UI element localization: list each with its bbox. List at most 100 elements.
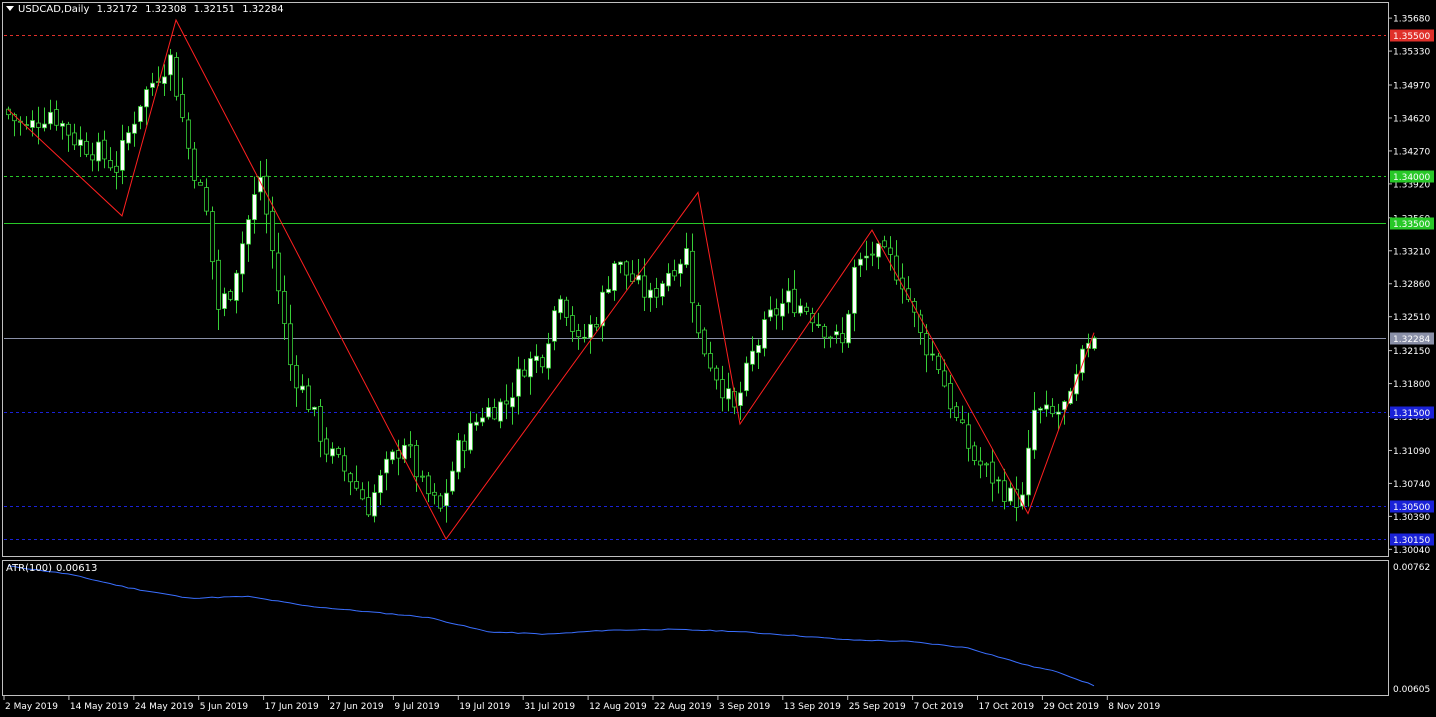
candle-body: [360, 489, 365, 500]
candle-body: [324, 438, 329, 455]
candle-body: [540, 357, 545, 368]
candle-body: [960, 419, 965, 424]
candle-115: [696, 302, 701, 339]
candle-body: [288, 323, 293, 366]
candle-body: [348, 473, 353, 483]
candle-body: [198, 182, 203, 186]
candle-body: [180, 93, 185, 118]
time-tick-label-1: 14 May 2019: [70, 702, 129, 712]
candle-body: [786, 290, 791, 303]
candle-body: [1008, 487, 1013, 502]
candle-body: [1032, 409, 1037, 451]
candle-body: [936, 355, 941, 371]
candle-body: [726, 388, 731, 400]
candle-body: [546, 343, 551, 369]
time-tick-label-13: 25 Sep 2019: [849, 702, 906, 712]
candle-body: [276, 252, 281, 292]
candle-body: [672, 270, 677, 277]
price-tick-label-2: 1.34970: [1393, 82, 1430, 92]
chart-header: USDCAD,Daily 1.32172 1.32308 1.32151 1.3…: [6, 4, 288, 15]
candle-body: [702, 329, 707, 355]
candle-body: [882, 240, 887, 248]
candle-body: [66, 123, 71, 136]
candle-body: [696, 305, 701, 334]
candle-body: [102, 139, 107, 160]
candle-body: [870, 253, 875, 256]
candle-181: [1092, 335, 1097, 351]
candle-body: [510, 397, 515, 408]
candle-body: [840, 333, 845, 344]
candle-body: [594, 323, 599, 328]
candle-body: [456, 439, 461, 473]
candle-body: [390, 451, 395, 461]
chart-background: [0, 0, 1436, 717]
candle-body: [222, 293, 227, 309]
candle-body: [654, 288, 659, 298]
time-tick-label-15: 17 Oct 2019: [979, 702, 1035, 712]
candle-body: [138, 106, 143, 123]
candle-body: [954, 406, 959, 418]
candle-body: [930, 353, 935, 356]
candle-body: [948, 383, 953, 410]
candle-body: [414, 445, 419, 478]
candle-body: [648, 289, 653, 299]
candle-body: [468, 422, 473, 451]
candle-body: [816, 324, 821, 326]
time-tick-label-10: 22 Aug 2019: [654, 702, 712, 712]
candle-body: [486, 407, 491, 418]
candle-body: [864, 255, 869, 259]
candle-body: [450, 470, 455, 492]
candle-body: [618, 261, 623, 265]
candle-body: [432, 491, 437, 496]
candle-body: [1026, 447, 1031, 496]
candle-body: [228, 291, 233, 300]
price-tick-label-15: 1.30390: [1393, 513, 1430, 523]
candle-body: [666, 272, 671, 287]
candle-body: [144, 89, 149, 108]
candle-body: [738, 392, 743, 406]
price-tick-label-1: 1.35330: [1393, 48, 1430, 58]
candle-body: [534, 355, 539, 361]
candle-body: [558, 298, 563, 314]
candle-body: [714, 367, 719, 381]
candle-body: [984, 463, 989, 466]
candle-body: [270, 210, 275, 252]
candle-body: [858, 258, 863, 266]
price-tick-label-14: 1.30740: [1393, 480, 1430, 490]
candle-body: [396, 450, 401, 459]
candle-body: [708, 353, 713, 369]
candle-body: [342, 455, 347, 472]
candle-body: [1002, 480, 1007, 502]
candle-body: [294, 365, 299, 389]
candle-body: [36, 122, 41, 128]
candle-body: [942, 370, 947, 387]
candle-body: [408, 444, 413, 447]
candle-body: [972, 445, 977, 461]
chart-menu-arrow-icon[interactable]: [6, 6, 14, 11]
candle-body: [162, 76, 167, 84]
candle-28: [174, 52, 179, 101]
time-tick-label-4: 17 Jun 2019: [265, 702, 319, 712]
chart-canvas[interactable]: 1.356801.353301.349701.346201.342701.339…: [0, 0, 1436, 717]
level-label-3: 1.32284: [1393, 335, 1430, 345]
candle-body: [108, 160, 113, 169]
candle-body: [204, 187, 209, 212]
candle-body: [516, 368, 521, 397]
candle-body: [834, 331, 839, 336]
candle-body: [828, 336, 833, 339]
time-tick-label-9: 12 Aug 2019: [589, 702, 647, 712]
candle-body: [474, 421, 479, 426]
candle-body: [996, 479, 1001, 482]
candle-body: [822, 326, 827, 338]
candle-body: [624, 261, 629, 276]
candle-body: [42, 123, 47, 129]
candle-body: [438, 495, 443, 509]
candle-body: [318, 406, 323, 442]
candle-body: [552, 310, 557, 342]
candle-body: [90, 154, 95, 161]
candle-body: [54, 109, 59, 126]
candle-body: [126, 132, 131, 144]
candle-body: [336, 448, 341, 455]
price-tick-label-9: 1.32510: [1393, 313, 1430, 323]
time-tick-label-8: 31 Jul 2019: [524, 702, 575, 712]
